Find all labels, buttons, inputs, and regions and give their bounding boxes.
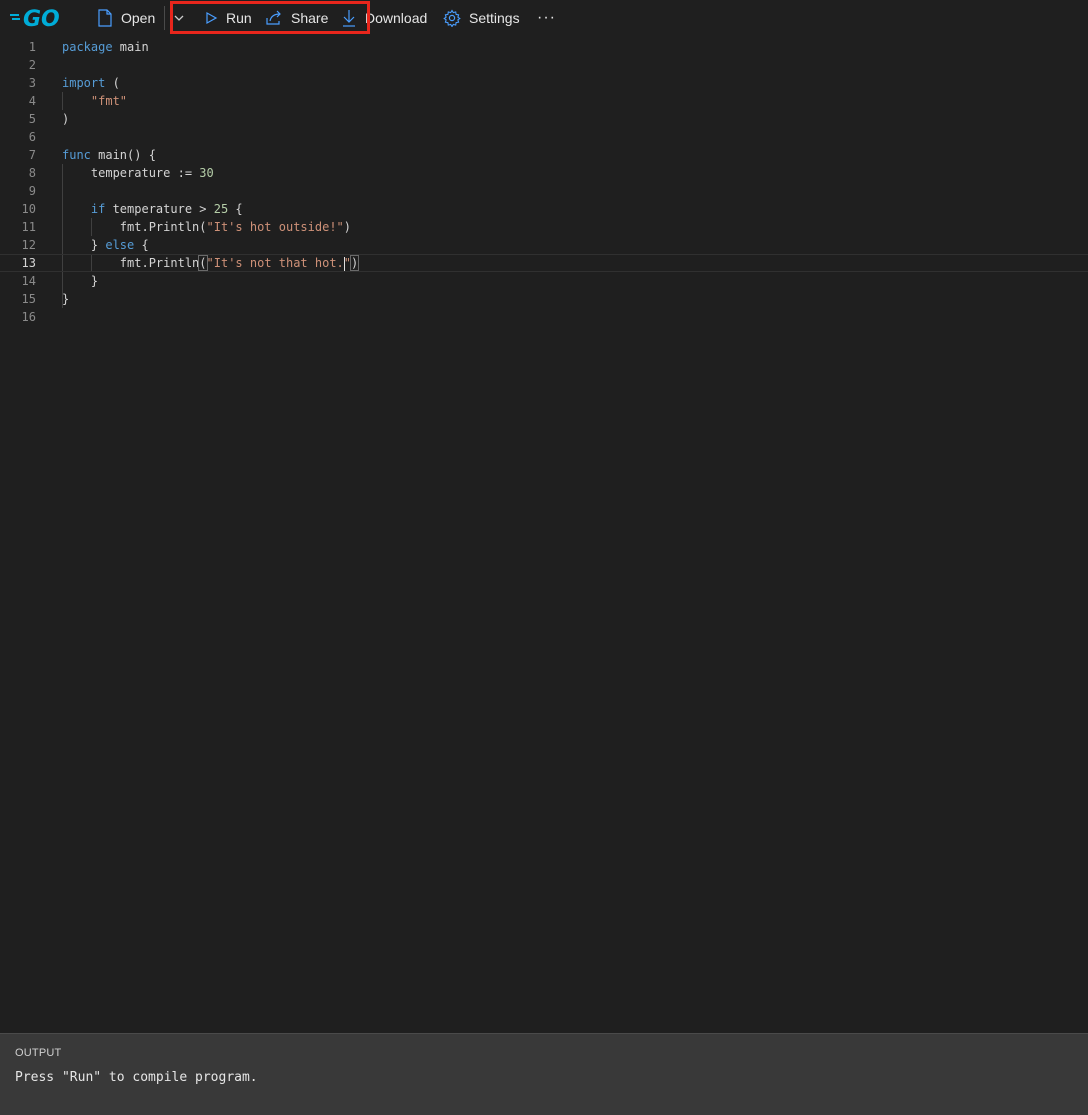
line-code: fmt.Println("It's not that hot.") xyxy=(62,255,360,271)
code-line: 4 "fmt" xyxy=(0,92,1088,110)
play-icon xyxy=(206,11,218,25)
line-number: 2 xyxy=(28,58,36,72)
line-number: 13 xyxy=(21,256,36,270)
code-line: 11 fmt.Println("It's hot outside!") xyxy=(0,218,1088,236)
line-number: 15 xyxy=(21,292,36,306)
open-button[interactable]: Open xyxy=(97,0,155,36)
line-number: 8 xyxy=(28,166,36,180)
output-title: OUTPUT xyxy=(15,1047,62,1059)
share-label: Share xyxy=(291,10,329,26)
line-code: } xyxy=(62,292,70,306)
code-line: 16 xyxy=(0,308,1088,326)
code-line: 2 xyxy=(0,56,1088,74)
code-line: 1 package main xyxy=(0,38,1088,56)
line-number: 5 xyxy=(28,112,36,126)
code-line: 12 } else { xyxy=(0,236,1088,254)
line-code: "fmt" xyxy=(90,94,128,108)
settings-button[interactable]: Settings xyxy=(443,0,520,36)
code-line: 15 } xyxy=(0,290,1088,308)
line-code: } else { xyxy=(62,238,149,252)
toolbar: GO Open Run Share Download Settings ··· xyxy=(0,0,1088,36)
settings-label: Settings xyxy=(469,10,520,26)
line-number: 6 xyxy=(28,130,36,144)
line-number: 11 xyxy=(21,220,36,234)
file-icon xyxy=(98,9,112,27)
line-code: if temperature > 25 { xyxy=(90,202,243,216)
output-panel: OUTPUT Press "Run" to compile program. xyxy=(0,1033,1088,1115)
line-code: package main xyxy=(62,40,149,54)
code-line: 9 xyxy=(0,182,1088,200)
go-logo-text: GO xyxy=(23,7,60,29)
code-line: 5 ) xyxy=(0,110,1088,128)
line-code: import ( xyxy=(62,76,120,90)
line-number: 3 xyxy=(28,76,36,90)
code-line: 3 import ( xyxy=(0,74,1088,92)
code-line: 14 } xyxy=(0,272,1088,290)
code-line: 10 if temperature > 25 { xyxy=(0,200,1088,218)
dropdown-button[interactable] xyxy=(173,0,193,36)
line-code: } xyxy=(62,274,99,288)
line-code: temperature := 30 xyxy=(62,166,214,180)
line-number: 10 xyxy=(21,202,36,216)
line-code: func main() { xyxy=(62,148,156,162)
download-label: Download xyxy=(365,10,428,26)
line-number: 14 xyxy=(21,274,36,288)
line-number: 9 xyxy=(28,184,36,198)
line-number: 1 xyxy=(28,40,36,54)
more-icon: ··· xyxy=(537,9,556,26)
run-label: Run xyxy=(226,10,252,26)
toolbar-separator xyxy=(164,6,165,30)
line-number: 7 xyxy=(28,148,36,162)
line-number: 16 xyxy=(21,310,36,324)
line-code: fmt.Println("It's hot outside!") xyxy=(62,220,352,234)
run-button[interactable]: Run xyxy=(204,0,252,36)
code-line: 8 temperature := 30 xyxy=(0,164,1088,182)
go-logo[interactable]: GO xyxy=(10,5,68,29)
gear-icon xyxy=(443,9,461,27)
line-code: ) xyxy=(62,112,70,126)
more-button[interactable]: ··· xyxy=(537,0,556,36)
line-number: 4 xyxy=(28,94,36,108)
chevron-down-icon xyxy=(174,15,184,21)
code-line: 7 func main() { xyxy=(0,146,1088,164)
code-line: 6 xyxy=(0,128,1088,146)
code-editor[interactable]: 1 package main 2 3 import ( 4 "fmt" 5 ) … xyxy=(0,38,1088,1032)
download-icon xyxy=(343,10,355,27)
code-line-active: 13 fmt.Println("It's not that hot.") xyxy=(0,254,1088,272)
output-text: Press "Run" to compile program. xyxy=(15,1070,258,1085)
open-label: Open xyxy=(121,10,156,26)
line-number: 12 xyxy=(21,238,36,252)
download-button[interactable]: Download xyxy=(341,0,427,36)
share-button[interactable]: Share xyxy=(265,0,328,36)
share-icon xyxy=(266,10,281,25)
